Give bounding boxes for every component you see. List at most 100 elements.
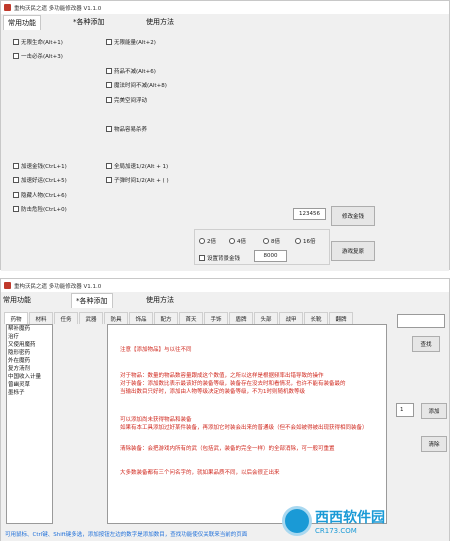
info-line: 可以添加尚未获得物品和装备: [120, 417, 192, 423]
tab-weapons[interactable]: 武器: [79, 312, 103, 324]
tab-first-day[interactable]: 首天: [179, 312, 203, 324]
search-input[interactable]: [397, 314, 445, 328]
item-list[interactable]: 帮补魔药 治疗 又使用魔药 隐形密药 外在魔药 复方汤剂 中国收入计量 曾幽灵草…: [6, 324, 53, 524]
info-line: 大多数装备都有三个问名字的，就如果品质不同，以后会很正出来: [120, 470, 280, 476]
checkbox-one-hit-kill[interactable]: 一击必杀(Alt+3): [13, 52, 63, 60]
checkbox-perfect-space[interactable]: 完美空间浮动: [106, 96, 147, 104]
radio-dot[interactable]: [263, 238, 269, 244]
search-button[interactable]: 查找: [412, 336, 440, 352]
gameplay-value-input[interactable]: 8000: [254, 250, 287, 262]
tab-boots[interactable]: 长靴: [304, 312, 328, 324]
radio-dot[interactable]: [295, 238, 301, 244]
money-input[interactable]: 123456: [293, 208, 326, 220]
list-item[interactable]: 墨栎子: [7, 389, 52, 397]
menu-various-add[interactable]: *各种添加: [71, 293, 113, 308]
checkbox-global-speed[interactable]: 全局加速1/2(Alt + 1): [106, 162, 168, 170]
list-item[interactable]: 外在魔药: [7, 357, 52, 365]
info-line: 当输出数目只好时，添加由人物等级决定的装备等级，不为1时则随机数等级: [120, 389, 306, 395]
tab-armor[interactable]: 防具: [104, 312, 128, 324]
tab-flip[interactable]: 翻牌: [329, 312, 353, 324]
watermark-sub: CR173.COM: [315, 527, 357, 535]
info-line: 对于装备：添加数比表示最该好的装备等级，装备存在没去时和看情况，也许不能有装备最…: [120, 381, 346, 387]
checkbox-gameplay[interactable]: 设置背景金钱: [199, 254, 240, 262]
checkbox-box[interactable]: [106, 177, 112, 183]
tab-hand-ornaments[interactable]: 手饰: [204, 312, 228, 324]
menu-bar: 常用功能 *各种添加 使用方法: [1, 14, 449, 30]
list-item[interactable]: 复方汤剂: [7, 365, 52, 373]
checkbox-box[interactable]: [106, 126, 112, 132]
checkbox-box[interactable]: [13, 206, 19, 212]
gameplay-restore-button[interactable]: 游戏复原: [331, 241, 375, 261]
list-item[interactable]: 又使用魔药: [7, 341, 52, 349]
checkbox-magic-time[interactable]: 魔法时间不减(Alt+8): [106, 81, 167, 89]
checkbox-label: 无限生命(Alt+1): [21, 40, 63, 46]
checkbox-box[interactable]: [106, 97, 112, 103]
checkbox-box[interactable]: [13, 177, 19, 183]
various-add-panel: 药物 材料 任务 武器 防具 饰品 配方 首天 手饰 盾牌 头部 战甲 长靴 翻…: [1, 308, 449, 541]
radio-dot[interactable]: [229, 238, 235, 244]
checkbox-box[interactable]: [13, 163, 19, 169]
watermark-main: 西西软件园: [315, 510, 385, 526]
radio-4x[interactable]: 4倍: [229, 237, 246, 245]
checkbox-speed-money[interactable]: 加速金钱(CtrL+1): [13, 162, 67, 170]
category-tabs: 药物 材料 任务 武器 防具 饰品 配方 首天 手饰 盾牌 头部 战甲 长靴 翻…: [4, 312, 354, 324]
checkbox-box[interactable]: [106, 163, 112, 169]
menu-bar: 常用功能 *各种添加 使用方法: [1, 292, 449, 308]
main-window-add: 重构沃民之遗 多功能修改器 V1.1.0 常用功能 *各种添加 使用方法 药物 …: [0, 278, 450, 541]
checkbox-box[interactable]: [106, 82, 112, 88]
clear-button[interactable]: 清除: [421, 436, 447, 452]
add-count-input[interactable]: 1: [396, 403, 414, 417]
checkbox-prevent-danger[interactable]: 防击危险(CtrL+0): [13, 205, 67, 213]
list-item[interactable]: 中国收入计量: [7, 373, 52, 381]
tab-quests[interactable]: 任务: [54, 312, 78, 324]
app-icon: [4, 282, 11, 289]
main-window-common: 重构沃民之遗 多功能修改器 V1.1.0 常用功能 *各种添加 使用方法 无限生…: [0, 0, 450, 271]
menu-common-functions[interactable]: 常用功能: [3, 15, 41, 30]
add-button[interactable]: 添加: [421, 403, 447, 419]
checkbox-label: 隐藏人物(CtrL+6): [21, 193, 67, 199]
menu-usage[interactable]: 使用方法: [146, 17, 174, 27]
checkbox-box[interactable]: [13, 39, 19, 45]
checkbox-hide-character[interactable]: 隐藏人物(CtrL+6): [13, 191, 67, 199]
tab-recipes[interactable]: 配方: [154, 312, 178, 324]
status-hint: 可用鼠标、Ctrl键、Shift键多选，添加按钮左边的数字是添加数目，查找功能使…: [5, 532, 248, 538]
tab-medicine[interactable]: 药物: [4, 312, 28, 324]
app-icon: [4, 4, 11, 11]
window-title: 重构沃民之遗 多功能修改器 V1.1.0: [14, 283, 102, 290]
checkbox-box[interactable]: [199, 255, 205, 261]
radio-dot[interactable]: [199, 238, 205, 244]
checkbox-box[interactable]: [13, 53, 19, 59]
menu-usage[interactable]: 使用方法: [146, 295, 174, 305]
watermark-logo-icon: [282, 506, 312, 536]
tab-shields[interactable]: 盾牌: [229, 312, 253, 324]
checkbox-infinite-energy[interactable]: 无限能量(Alt+2): [106, 38, 156, 46]
radio-2x[interactable]: 2倍: [199, 237, 216, 245]
checkbox-bullet-time[interactable]: 子弹时间1/2(Alt + ( ): [106, 176, 169, 184]
tab-accessories[interactable]: 饰品: [129, 312, 153, 324]
checkbox-speed-luck[interactable]: 加速好运(CtrL+5): [13, 176, 67, 184]
title-bar: 重构沃民之遗 多功能修改器 V1.1.0: [1, 1, 449, 14]
checkbox-box[interactable]: [106, 39, 112, 45]
checkbox-label: 防击危险(CtrL+0): [21, 207, 67, 213]
radio-8x[interactable]: 8倍: [263, 237, 280, 245]
checkbox-label: 设置背景金钱: [207, 256, 241, 262]
checkbox-label: 子弹时间1/2(Alt + ( ): [114, 178, 169, 184]
checkbox-infinite-life[interactable]: 无限生命(Alt+1): [13, 38, 63, 46]
tab-head[interactable]: 头部: [254, 312, 278, 324]
tab-battle-armor[interactable]: 战甲: [279, 312, 303, 324]
radio-16x[interactable]: 16倍: [295, 237, 316, 245]
checkbox-label: 魔法时间不减(Alt+8): [114, 83, 167, 89]
menu-various-add[interactable]: *各种添加: [73, 17, 105, 27]
tab-materials[interactable]: 材料: [29, 312, 53, 324]
list-item[interactable]: 隐形密药: [7, 349, 52, 357]
checkbox-potion-no-decrease[interactable]: 药品不减(Alt+6): [106, 67, 156, 75]
list-item[interactable]: 帮补魔药: [7, 325, 52, 333]
list-item[interactable]: 治疗: [7, 333, 52, 341]
checkbox-box[interactable]: [106, 68, 112, 74]
modify-money-button[interactable]: 修改金钱: [331, 206, 375, 226]
checkbox-item-easy[interactable]: 物品容易杀养: [106, 125, 147, 133]
title-bar: 重构沃民之遗 多功能修改器 V1.1.0: [1, 279, 449, 292]
menu-common-functions[interactable]: 常用功能: [3, 295, 31, 305]
checkbox-box[interactable]: [13, 192, 19, 198]
list-item[interactable]: 曾幽灵草: [7, 381, 52, 389]
